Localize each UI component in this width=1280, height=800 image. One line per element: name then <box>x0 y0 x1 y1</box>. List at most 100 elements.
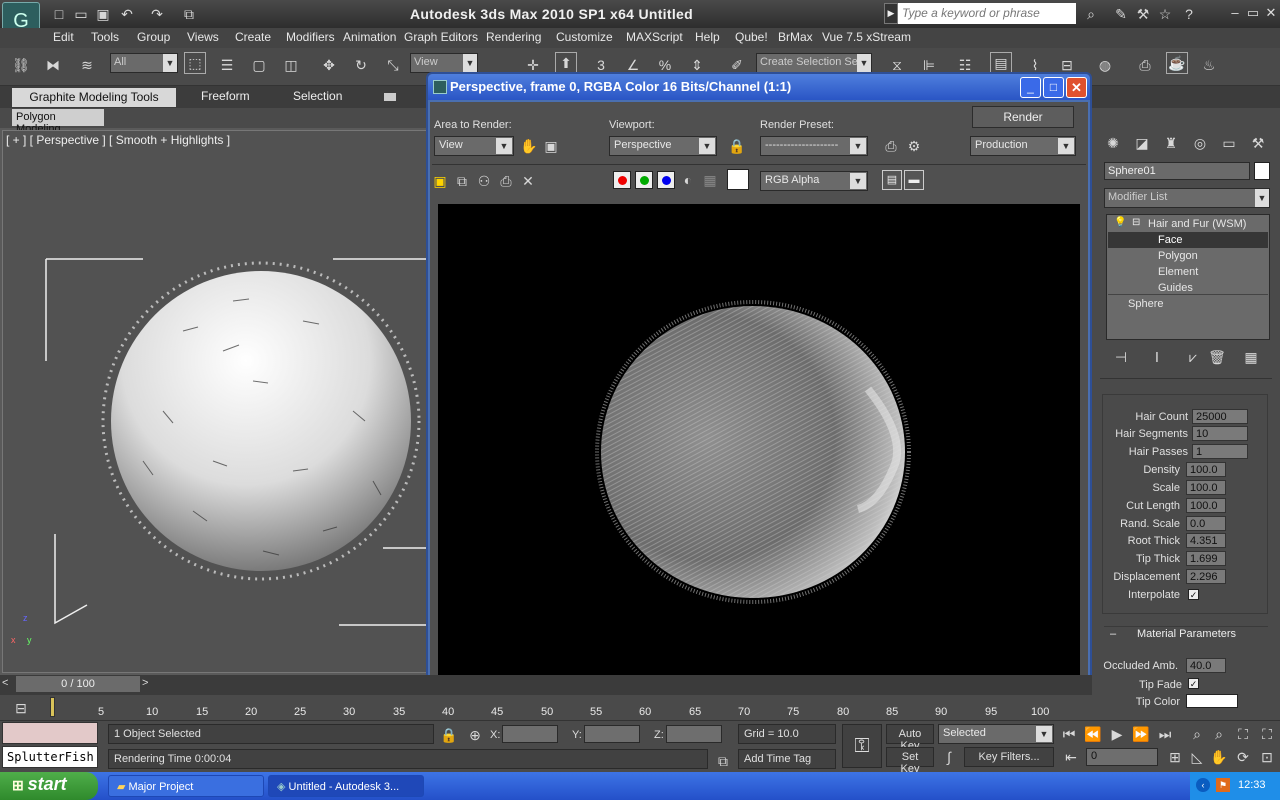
modifier-list-dropdown[interactable]: Modifier List ▼ <box>1104 188 1270 208</box>
collapse-minus-icon[interactable]: ⊟ <box>1132 217 1140 228</box>
select-object-icon[interactable]: ⬚ <box>184 52 206 74</box>
lock-icon[interactable]: 🔒 <box>726 135 748 157</box>
tab-graphite-modeling-tools[interactable]: Graphite Modeling Tools <box>12 88 176 107</box>
menu-edit[interactable]: Edit <box>53 30 74 44</box>
select-manipulate-icon[interactable]: ⬆ <box>555 52 577 74</box>
interpolate-checkbox[interactable]: ✓ <box>1188 589 1199 600</box>
next-frame-icon[interactable]: > <box>142 677 156 691</box>
utilities-panel-icon[interactable]: ⚒ <box>1247 132 1269 154</box>
help-icon[interactable]: ? <box>1178 3 1200 25</box>
viewport-dropdown[interactable]: Perspective ▼ <box>609 136 717 156</box>
tab-freeform[interactable]: Freeform <box>201 89 250 107</box>
move-icon[interactable]: ✥ <box>318 54 340 76</box>
tab-selection[interactable]: Selection <box>293 89 342 107</box>
selection-lock-icon[interactable]: 🔒 <box>438 724 460 746</box>
mini-curve-editor-icon[interactable]: ⊟ <box>10 697 32 719</box>
render-production-icon[interactable]: ♨ <box>1198 54 1220 76</box>
restore-icon[interactable]: ▭ <box>1244 5 1262 21</box>
material-editor-icon[interactable]: ◍ <box>1094 54 1116 76</box>
monochrome-icon[interactable]: ▦ <box>699 169 721 191</box>
named-selection-dropdown[interactable]: Create Selection Se ▼ <box>756 53 872 73</box>
pixel-color-swatch[interactable] <box>727 169 749 190</box>
binoculars-icon[interactable]: ⌕ <box>1080 3 1102 25</box>
density-input[interactable]: 100.0 <box>1186 462 1226 477</box>
y-coord-input[interactable] <box>584 725 640 743</box>
tray-app-icon[interactable]: ⚑ <box>1216 778 1230 792</box>
hair-count-input[interactable]: 25000 <box>1192 409 1248 424</box>
collapse-minus-icon[interactable]: – <box>1110 628 1116 640</box>
alpha-channel-icon[interactable]: ◐ <box>677 169 699 191</box>
menu-graph-editors[interactable]: Graph Editors <box>404 30 478 44</box>
red-channel-button[interactable] <box>613 171 631 189</box>
go-to-start-icon[interactable]: ⏮ <box>1058 723 1080 745</box>
maxscript-listener-pink[interactable] <box>2 722 98 744</box>
redo-icon[interactable]: ↷ <box>146 3 168 25</box>
stack-item-polygon[interactable]: Polygon <box>1158 250 1198 262</box>
time-slider[interactable]: 0 / 100 <box>16 676 140 692</box>
menu-animation[interactable]: Animation <box>343 30 396 44</box>
clone-frame-window-icon[interactable]: ⚇ <box>473 170 495 192</box>
root-thick-input[interactable]: 4.351 <box>1186 533 1226 548</box>
menu-maxscript[interactable]: MAXScript <box>626 30 683 44</box>
object-color-swatch[interactable] <box>1254 162 1270 180</box>
maximize-icon[interactable]: □ <box>1043 77 1064 98</box>
current-frame-input[interactable]: 0 <box>1086 748 1158 766</box>
field-of-view-icon[interactable]: ◺ <box>1186 746 1208 768</box>
play-icon[interactable]: ▶ <box>1106 723 1128 745</box>
perspective-viewport[interactable]: z x y <box>2 130 427 673</box>
viewport-label[interactable]: [ + ] [ Perspective ] [ Smooth + Highlig… <box>6 133 230 147</box>
create-panel-icon[interactable]: ✺ <box>1102 132 1124 154</box>
object-name-field[interactable]: Sphere01 <box>1104 162 1250 180</box>
time-configuration-icon[interactable]: ⊞ <box>1164 746 1186 768</box>
add-time-tag[interactable]: Add Time Tag <box>738 749 836 769</box>
environment-effects-icon[interactable]: ⚙ <box>903 135 925 157</box>
set-key-mode-key-icon[interactable]: ⚿ <box>842 724 882 768</box>
tray-expand-icon[interactable]: ‹ <box>1196 778 1210 792</box>
blue-channel-button[interactable] <box>657 171 675 189</box>
new-file-icon[interactable]: □ <box>48 3 70 25</box>
absolute-mode-icon[interactable]: ⊕ <box>464 724 486 746</box>
undo-icon[interactable]: ↶ <box>116 3 138 25</box>
search-expand-button[interactable]: ▶ <box>884 3 898 24</box>
key-selection-dropdown[interactable]: Selected ▼ <box>938 724 1054 744</box>
save-file-icon[interactable]: ▣ <box>92 3 114 25</box>
x-coord-input[interactable] <box>502 725 558 743</box>
key-filters-button[interactable]: Key Filters... <box>964 747 1054 767</box>
occluded-amb-input[interactable]: 40.0 <box>1186 658 1226 673</box>
pin-stack-icon[interactable]: ⊣ <box>1110 346 1132 368</box>
production-dropdown[interactable]: Production ▼ <box>970 136 1076 156</box>
remove-modifier-icon[interactable]: 🗑 <box>1206 346 1228 368</box>
menu-qube[interactable]: Qube! <box>735 30 768 44</box>
close-icon[interactable]: ✕ <box>1262 5 1280 21</box>
current-frame-marker[interactable] <box>50 697 55 717</box>
channel-display-dropdown[interactable]: RGB Alpha ▼ <box>760 171 868 191</box>
z-coord-input[interactable] <box>666 725 722 743</box>
hair-passes-input[interactable]: 1 <box>1192 444 1248 459</box>
set-key-button[interactable]: Set Key <box>886 747 934 775</box>
auto-region-icon[interactable]: ▣ <box>540 135 562 157</box>
display-panel-icon[interactable]: ▭ <box>1218 132 1240 154</box>
menu-create[interactable]: Create <box>235 30 271 44</box>
minimize-icon[interactable]: – <box>1226 5 1244 21</box>
go-to-end-icon[interactable]: ⏭ <box>1154 723 1176 745</box>
clear-icon[interactable]: ✕ <box>517 170 539 192</box>
lightbulb-icon[interactable]: 💡 <box>1114 217 1126 228</box>
hierarchy-panel-icon[interactable]: ♜ <box>1160 132 1182 154</box>
render-preset-dropdown[interactable]: -------------------- ▼ <box>760 136 868 156</box>
print-image-icon[interactable]: ⎙ <box>495 170 517 192</box>
taskbar-item-major-project[interactable]: ▰ Major Project <box>108 775 264 797</box>
reference-coordinate-dropdown[interactable]: View ▼ <box>410 53 478 73</box>
previous-key-icon[interactable]: ⏪ <box>1082 723 1104 745</box>
default-in-out-tangent-icon[interactable]: ∫ <box>938 746 960 768</box>
motion-panel-icon[interactable]: ◎ <box>1189 132 1211 154</box>
menu-brmax[interactable]: BrMax <box>778 30 813 44</box>
zoom-all-icon[interactable]: ⌕ <box>1208 723 1230 745</box>
toggle-ui-overlay-icon[interactable]: ▤ <box>882 170 902 190</box>
rotate-icon[interactable]: ↻ <box>350 54 372 76</box>
auto-key-button[interactable]: Auto Key <box>886 724 934 752</box>
start-button[interactable]: ⊞ start <box>0 772 98 800</box>
pan-view-icon[interactable]: ✋ <box>1208 746 1230 768</box>
zoom-extents-all-icon[interactable]: ⛶ <box>1256 723 1278 745</box>
scale-input[interactable]: 100.0 <box>1186 480 1226 495</box>
make-unique-icon[interactable]: ⩗ <box>1182 346 1204 368</box>
